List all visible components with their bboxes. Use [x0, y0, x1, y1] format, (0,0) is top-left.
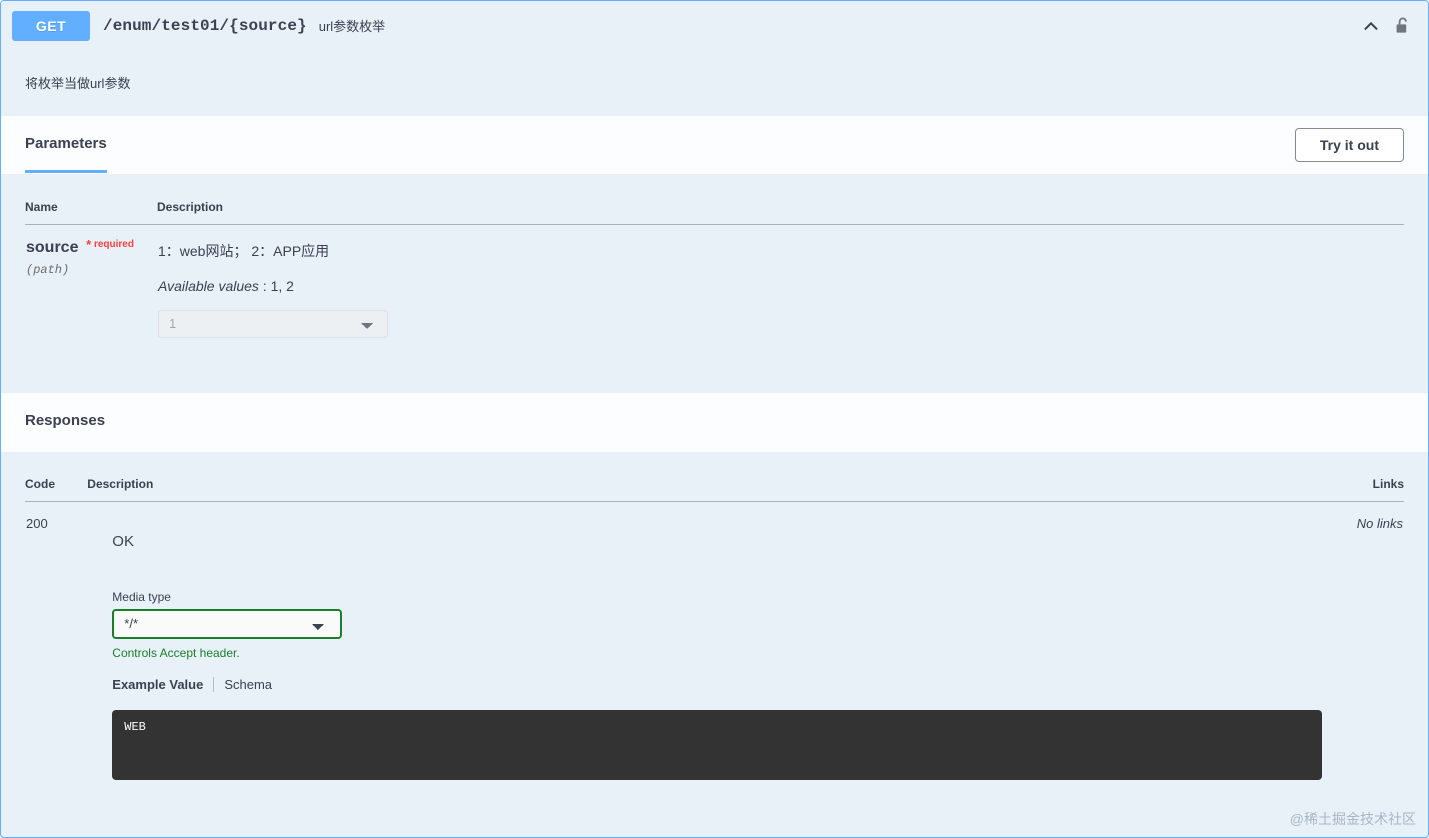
example-response-code-block: WEB [112, 709, 1323, 780]
available-values-separator: : [258, 277, 271, 294]
responses-col-links: Links [1323, 451, 1404, 502]
parameter-name: source [26, 238, 79, 256]
tab-responses: Responses [25, 411, 106, 429]
response-media-block: Media type */* Controls Accept header. E… [88, 589, 1323, 780]
parameter-name-cell: source * required (path) [25, 224, 157, 339]
try-it-out-button[interactable]: Try it out [1294, 127, 1404, 163]
http-method-badge: GET [12, 10, 90, 41]
tab-divider [213, 676, 215, 692]
response-description-text: OK [112, 532, 134, 550]
available-values-list: 1, 2 [270, 277, 294, 294]
responses-col-description: Description [87, 451, 1324, 502]
tab-parameters[interactable]: Parameters [25, 135, 107, 173]
parameters-table: Name Description source * required (path… [25, 174, 1404, 339]
required-star: * [86, 236, 92, 252]
operation-summary-bar[interactable]: GET /enum/test01/{source} url参数枚举 [1, 1, 1428, 50]
required-label: required [93, 238, 134, 250]
example-value-tabs: Example Value Schema [112, 676, 1322, 692]
parameter-value-select[interactable]: 1 [158, 309, 388, 338]
responses-table-header-row: Code Description Links [25, 451, 1404, 502]
available-values-label: Available values [158, 277, 259, 294]
parameters-table-header-row: Name Description [25, 174, 1404, 225]
tab-example-value[interactable]: Example Value [112, 677, 203, 692]
table-row: 200 OK Media type */* Controls Accept he… [25, 501, 1404, 781]
operation-summary-text: url参数枚举 [318, 19, 386, 34]
responses-table: Code Description Links 200 OK Media type [25, 451, 1404, 781]
parameter-description-text: 1：web网站； 2：APP应用 [158, 242, 330, 259]
response-code: 200 [26, 515, 48, 531]
responses-header: Responses [1, 392, 1428, 452]
parameters-col-description: Description [157, 174, 1404, 225]
parameter-description-cell: 1：web网站； 2：APP应用 Available values : 1, 2… [157, 224, 1404, 339]
media-type-select[interactable]: */* [112, 608, 343, 639]
responses-table-wrap: Code Description Links 200 OK Media type [1, 451, 1428, 781]
parameters-table-wrap: Name Description source * required (path… [1, 174, 1428, 393]
parameters-header: Parameters Try it out [1, 115, 1428, 175]
responses-col-code: Code [25, 451, 88, 502]
parameter-required-marker: * required [86, 236, 134, 252]
tab-schema[interactable]: Schema [224, 677, 272, 692]
parameter-location: (path) [26, 262, 70, 277]
media-type-label: Media type [112, 589, 171, 604]
response-description-cell: OK Media type */* Controls Accept header… [87, 501, 1323, 781]
table-row: source * required (path) 1：web网站； 2：APP应… [25, 224, 1404, 339]
parameters-col-name: Name [25, 174, 157, 225]
accept-header-hint: Controls Accept header. [112, 645, 240, 660]
operation-block: GET /enum/test01/{source} url参数枚举 将枚举当做u… [0, 0, 1429, 838]
unlocked-padlock-icon[interactable] [1393, 14, 1413, 38]
parameters-bottom-spacer [25, 339, 1404, 393]
watermark: @稀土掘金技术社区 [1289, 811, 1416, 827]
parameter-available-values: Available values : 1, 2 [158, 278, 1403, 294]
operation-path: /enum/test01/{source} [103, 16, 307, 35]
chevron-up-icon[interactable] [1359, 14, 1383, 38]
operation-description: 将枚举当做url参数 [25, 76, 131, 91]
operation-body: 将枚举当做url参数 Parameters Try it out Name De… [1, 50, 1428, 781]
response-links: No links [1356, 515, 1403, 531]
